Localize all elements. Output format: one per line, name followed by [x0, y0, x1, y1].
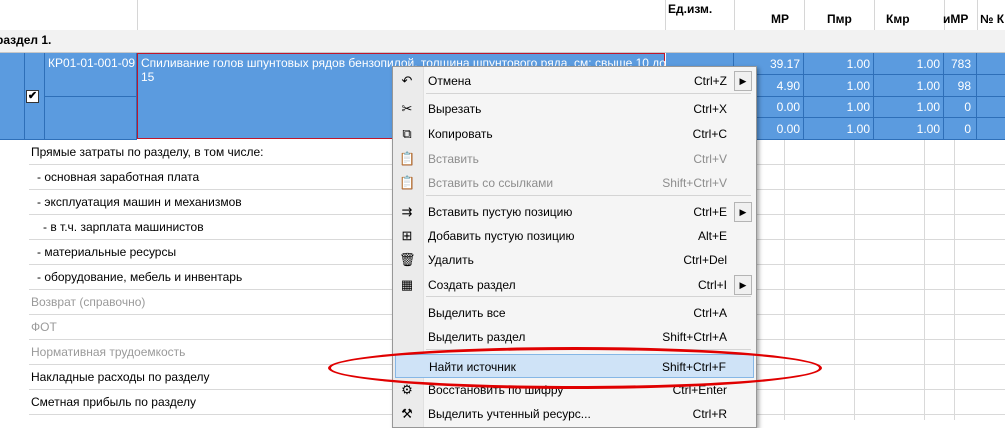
row-gutter[interactable]: [0, 53, 25, 140]
summary-label: - оборудование, мебель и инвентарь: [37, 270, 243, 284]
unit-column-header: Ед.изм.: [668, 2, 713, 16]
summary-label: Возврат (справочно): [31, 295, 146, 309]
scissors-icon: ✂: [401, 101, 413, 116]
menu-item-13[interactable]: ⚒ Выделить учтенный ресурс... Ctrl+R: [395, 402, 754, 426]
summary-label: Прямые затраты по разделу, в том числе:: [31, 145, 264, 159]
code-cell[interactable]: КР01-01-001-09: [45, 53, 137, 97]
menu-item-label: Копировать: [428, 127, 493, 141]
menu-item-8[interactable]: ▦ Создать раздел Ctrl+I ▶: [395, 273, 754, 297]
menu-item-0[interactable]: ↶ Отмена Ctrl+Z ▶: [395, 69, 754, 93]
menu-item-4: 📋 Вставить со ссылками Shift+Ctrl+V: [395, 171, 754, 195]
menu-item-3: 📋 Вставить Ctrl+V: [395, 147, 754, 171]
trash-icon: 🗑: [399, 252, 416, 267]
code-sub-cell[interactable]: [45, 97, 137, 140]
paste-icon: 📋: [399, 151, 416, 166]
menu-item-label: Вставить: [428, 152, 479, 166]
pmr-column-header[interactable]: Пмр: [827, 12, 852, 26]
menu-item-shortcut: Ctrl+R: [692, 407, 727, 421]
menu-item-shortcut: Ctrl+X: [693, 102, 727, 116]
summary-label: Накладные расходы по разделу: [31, 370, 210, 384]
menu-item-10[interactable]: Выделить раздел Shift+Ctrl+A: [395, 325, 754, 349]
insert-row-icon: ⇉: [401, 204, 413, 219]
pmr-value: 1.00: [846, 122, 870, 136]
summary-label: - материальные ресурсы: [37, 245, 177, 259]
imr-value: 98: [957, 79, 971, 93]
menu-item-shortcut: Shift+Ctrl+A: [662, 330, 727, 344]
menu-item-label: Выделить все: [428, 306, 506, 320]
section-icon: ▦: [400, 277, 414, 292]
summary-label: Нормативная трудоемкость: [31, 345, 186, 359]
menu-item-shortcut: Ctrl+A: [693, 306, 727, 320]
k-column-header[interactable]: № К: [980, 12, 1004, 26]
paste-link-icon: 📋: [399, 175, 416, 190]
menu-item-9[interactable]: Выделить все Ctrl+A: [395, 301, 754, 325]
menu-item-shortcut: Ctrl+C: [692, 127, 727, 141]
menu-separator: [426, 296, 751, 297]
position-code: КР01-01-001-09: [48, 56, 136, 70]
pmr-value: 1.00: [846, 79, 870, 93]
menu-item-shortcut: Ctrl+Del: [683, 253, 727, 267]
imr-column-header[interactable]: иМР: [943, 12, 968, 26]
menu-item-shortcut: Ctrl+V: [693, 152, 727, 166]
summary-gutter: [0, 140, 29, 420]
submenu-arrow-icon[interactable]: ▶: [734, 202, 752, 222]
menu-item-label: Выделить учтенный ресурс...: [428, 407, 591, 421]
summary-label: - в т.ч. зарплата машинистов: [43, 220, 204, 234]
imr-value: 0: [964, 100, 971, 114]
summary-label: ФОТ: [31, 320, 57, 334]
menu-item-label: Выделить раздел: [428, 330, 526, 344]
menu-item-label: Вставить со ссылками: [428, 176, 554, 190]
menu-item-label: Отмена: [428, 74, 472, 88]
section-title: раздел 1.: [0, 33, 52, 47]
restore-icon: ⚙: [401, 382, 413, 397]
pmr-value: 1.00: [846, 100, 870, 114]
copy-icon: ⧉: [402, 126, 412, 141]
menu-item-1[interactable]: ✂ Вырезать Ctrl+X: [395, 97, 754, 121]
summary-label: - основная заработная плата: [37, 170, 200, 184]
grid-header: Ед.изм. МР Пмр Кмр иМР № К: [0, 0, 1005, 31]
menu-item-label: Создать раздел: [428, 278, 516, 292]
menu-item-7[interactable]: 🗑 Удалить Ctrl+Del: [395, 248, 754, 272]
add-row-icon: ⊞: [401, 228, 413, 243]
submenu-arrow-icon[interactable]: ▶: [734, 275, 752, 295]
menu-separator: [426, 195, 751, 196]
summary-label: - эксплуатация машин и механизмов: [37, 195, 242, 209]
menu-item-shortcut: Ctrl+Z: [694, 74, 727, 88]
kmr-column-header[interactable]: Кмр: [886, 12, 910, 26]
menu-item-shortcut: Ctrl+I: [697, 278, 727, 292]
menu-item-label: Добавить пустую позицию: [428, 229, 575, 243]
imr-value: 0: [964, 122, 971, 136]
menu-item-shortcut: Alt+E: [697, 229, 727, 243]
row-checkbox[interactable]: ✔: [26, 90, 39, 103]
submenu-arrow-icon[interactable]: ▶: [734, 71, 752, 91]
menu-separator: [426, 93, 751, 94]
summary-label: Сметная прибыль по разделу: [31, 395, 197, 409]
section-row[interactable]: раздел 1.: [0, 30, 1005, 53]
menu-item-label: Удалить: [428, 253, 474, 267]
menu-item-shortcut: Shift+Ctrl+V: [662, 176, 727, 190]
menu-item-6[interactable]: ⊞ Добавить пустую позицию Alt+E: [395, 224, 754, 248]
menu-item-2[interactable]: ⧉ Копировать Ctrl+C: [395, 122, 754, 146]
imr-value: 783: [950, 57, 971, 71]
highlight-ellipse: [328, 347, 822, 389]
menu-item-shortcut: Ctrl+E: [693, 205, 727, 219]
undo-icon: ↶: [401, 73, 413, 88]
menu-item-5[interactable]: ⇉ Вставить пустую позицию Ctrl+E ▶: [395, 200, 754, 224]
menu-item-label: Вырезать: [428, 102, 482, 116]
menu-item-label: Вставить пустую позицию: [428, 205, 573, 219]
pmr-value: 1.00: [846, 57, 870, 71]
mr-column-header[interactable]: МР: [771, 12, 789, 26]
